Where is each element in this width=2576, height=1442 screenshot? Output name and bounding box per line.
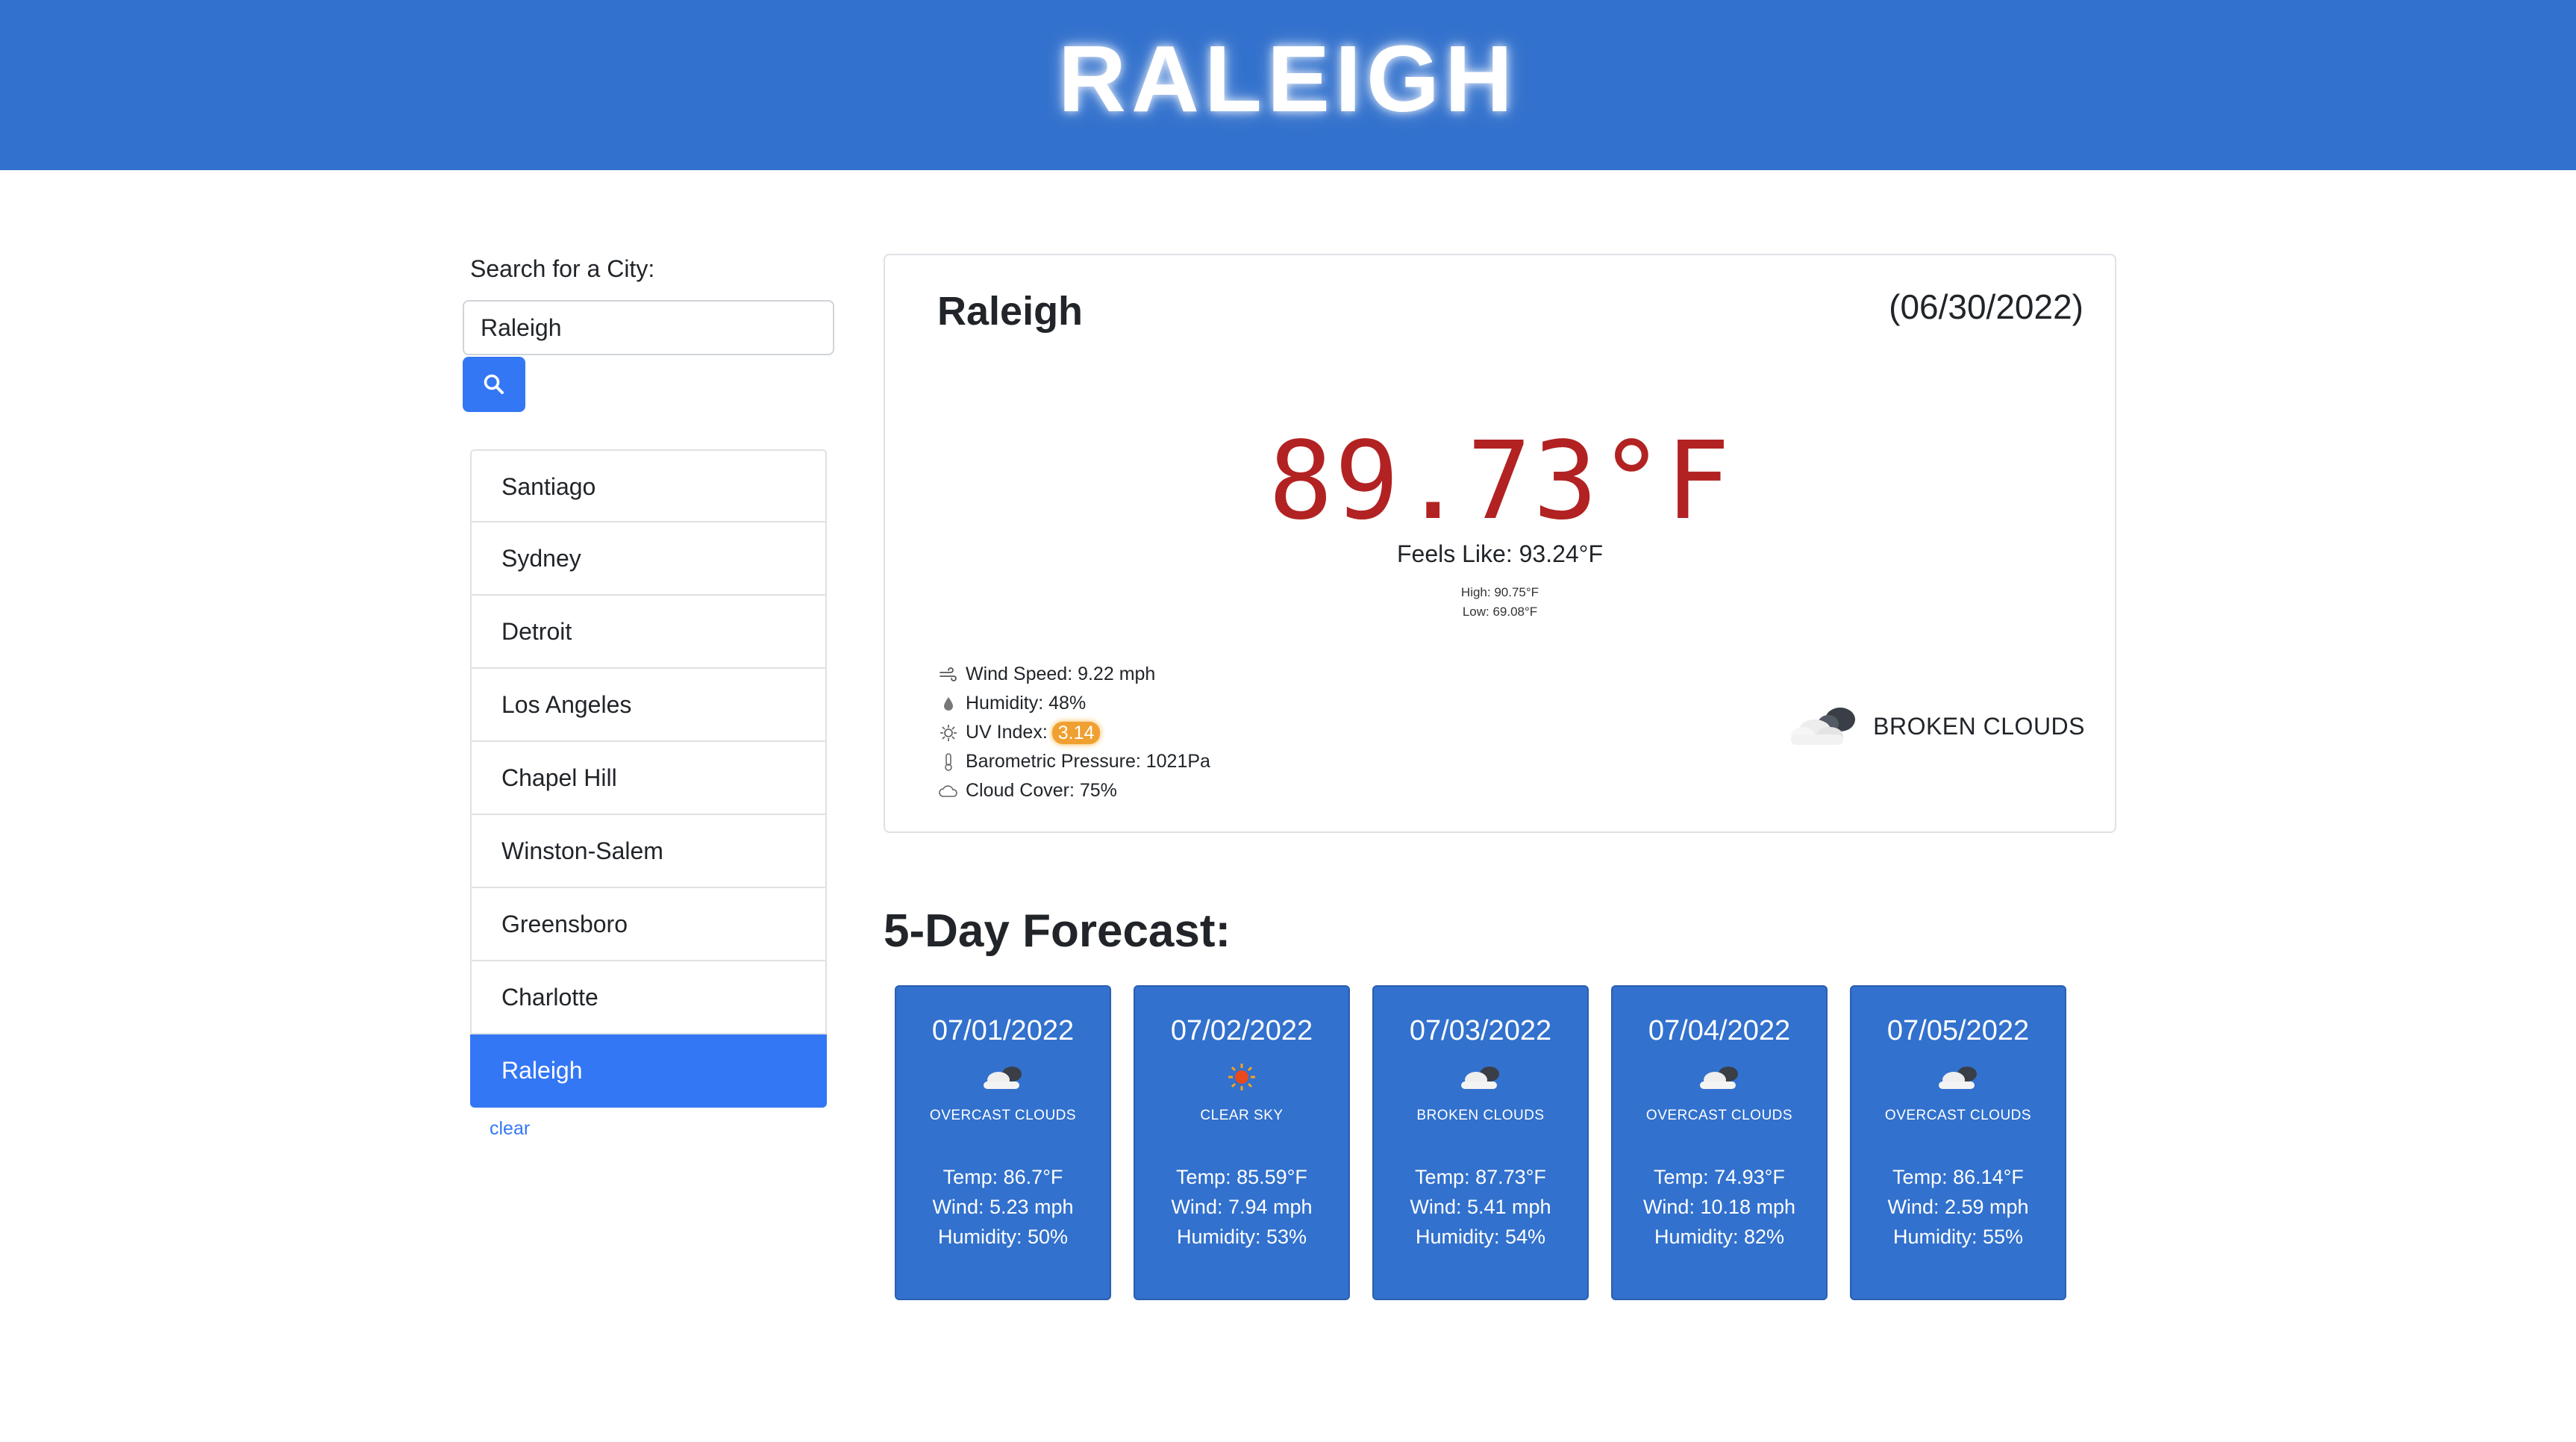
forecast-date: 07/01/2022	[931, 1015, 1075, 1046]
history-item-raleigh[interactable]: Raleigh	[470, 1034, 827, 1108]
current-date: (06/30/2022)	[1889, 287, 2083, 326]
history-item-santiago[interactable]: Santiago	[470, 449, 827, 522]
forecast-description: BROKEN CLOUDS	[1416, 1108, 1545, 1123]
forecast-card-day-1: 07/01/2022 OVERCAST CLOUDS Temp: 86.7°F …	[895, 985, 1111, 1300]
forecast-humidity: Humidity: 55%	[1892, 1226, 2024, 1248]
forecast-temp: Temp: 87.73°F	[1415, 1166, 1546, 1188]
search-icon	[484, 374, 504, 394]
forecast-wind: Wind: 10.18 mph	[1642, 1196, 1796, 1218]
current-city-name: Raleigh	[937, 289, 1084, 334]
forecast-card-day-2: 07/02/2022 CLEAR SKY Temp: 85.59°F Wind:…	[1134, 985, 1350, 1300]
forecast-title: 5-Day Forecast:	[884, 905, 1231, 957]
forecast-humidity: Humidity: 54%	[1415, 1226, 1546, 1248]
cloud-cover: Cloud Cover: 75%	[966, 780, 1117, 801]
history-item-greensboro[interactable]: Greensboro	[470, 888, 827, 961]
forecast-humidity: Humidity: 82%	[1654, 1226, 1785, 1248]
forecast-card-day-3: 07/03/2022 BROKEN CLOUDS Temp: 87.73°F W…	[1372, 985, 1589, 1300]
temp-high: High: 90.75°F	[1460, 585, 1539, 599]
droplet-icon	[937, 693, 960, 715]
wind-speed-row: Wind Speed: 9.22 mph	[937, 660, 1210, 689]
humidity-row: Humidity: 48%	[937, 689, 1210, 718]
overcast-clouds-icon	[896, 1058, 1110, 1096]
forecast-date: 07/03/2022	[1409, 1015, 1552, 1046]
history-item-los-angeles[interactable]: Los Angeles	[470, 669, 827, 742]
banner: RALEIGH	[0, 0, 2576, 170]
conditions-label: BROKEN CLOUDS	[1873, 713, 2085, 740]
wind-speed: Wind Speed: 9.22 mph	[966, 664, 1156, 684]
forecast-temp: Temp: 85.59°F	[1176, 1166, 1307, 1188]
history-item-chapel-hill[interactable]: Chapel Hill	[470, 742, 827, 815]
forecast-humidity: Humidity: 50%	[937, 1226, 1069, 1248]
forecast-temp: Temp: 74.93°F	[1654, 1166, 1785, 1188]
forecast-description: CLEAR SKY	[1200, 1108, 1284, 1123]
forecast-description: OVERCAST CLOUDS	[1884, 1108, 2032, 1123]
temp-low: Low: 69.08°F	[1462, 605, 1538, 619]
uv-index-badge: 3.14	[1051, 721, 1101, 744]
forecast-description: OVERCAST CLOUDS	[1645, 1108, 1793, 1123]
broken-clouds-icon	[1374, 1058, 1587, 1096]
forecast-temp: Temp: 86.7°F	[942, 1166, 1063, 1188]
forecast-date: 07/04/2022	[1648, 1015, 1791, 1046]
clear-history-link[interactable]: clear	[490, 1118, 530, 1140]
forecast-wind: Wind: 5.41 mph	[1410, 1196, 1551, 1218]
sun-icon	[937, 722, 960, 744]
banner-title: RALEIGH	[1058, 26, 1518, 131]
search-history-list: Santiago Sydney Detroit Los Angeles Chap…	[470, 449, 827, 1108]
thermometer-icon	[937, 751, 960, 773]
history-item-charlotte[interactable]: Charlotte	[470, 961, 827, 1034]
search-button[interactable]	[463, 357, 525, 412]
uv-index-row: UV Index: 3.14	[937, 718, 1210, 747]
weather-details: Wind Speed: 9.22 mph Humidity: 48% UV In…	[937, 660, 1210, 805]
history-item-sydney[interactable]: Sydney	[470, 522, 827, 596]
forecast-description: OVERCAST CLOUDS	[929, 1108, 1077, 1123]
pressure-row: Barometric Pressure: 1021Pa	[937, 747, 1210, 776]
search-label: Search for a City:	[470, 255, 655, 282]
uv-index-label: UV Index:	[966, 722, 1048, 743]
forecast-wind: Wind: 5.23 mph	[932, 1196, 1074, 1218]
search-input[interactable]	[463, 300, 834, 355]
forecast-date: 07/02/2022	[1170, 1015, 1313, 1046]
cloud-cover-row: Cloud Cover: 75%	[937, 776, 1210, 805]
current-temperature: 89.73°F	[1268, 418, 1732, 543]
humidity: Humidity: 48%	[966, 693, 1087, 714]
broken-clouds-icon	[1786, 702, 1861, 752]
forecast-date: 07/05/2022	[1886, 1015, 2030, 1046]
current-conditions: BROKEN CLOUDS	[1786, 702, 2085, 752]
forecast-wind: Wind: 7.94 mph	[1171, 1196, 1313, 1218]
forecast-wind: Wind: 2.59 mph	[1887, 1196, 2029, 1218]
wind-icon	[937, 664, 960, 686]
overcast-clouds-icon	[1613, 1058, 1826, 1096]
forecast-card-day-5: 07/05/2022 OVERCAST CLOUDS Temp: 86.14°F…	[1850, 985, 2066, 1300]
history-item-winston-salem[interactable]: Winston-Salem	[470, 815, 827, 888]
history-item-detroit[interactable]: Detroit	[470, 596, 827, 669]
current-weather-card: Raleigh (06/30/2022) 89.73°F Feels Like:…	[884, 254, 2116, 833]
forecast-humidity: Humidity: 53%	[1176, 1226, 1307, 1248]
barometric-pressure: Barometric Pressure: 1021Pa	[966, 751, 1210, 772]
clear-sky-icon	[1135, 1058, 1348, 1096]
forecast-temp: Temp: 86.14°F	[1892, 1166, 2024, 1188]
feels-like: Feels Like: 93.24°F	[1396, 540, 1604, 567]
overcast-clouds-icon	[1851, 1058, 2065, 1096]
cloud-outline-icon	[937, 780, 960, 802]
forecast-card-day-4: 07/04/2022 OVERCAST CLOUDS Temp: 74.93°F…	[1611, 985, 1828, 1300]
